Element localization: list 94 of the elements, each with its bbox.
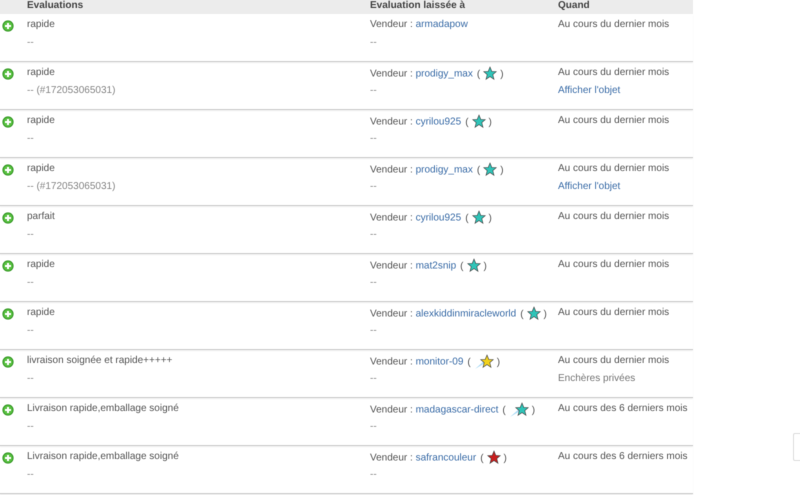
open-paren: ( (480, 452, 484, 464)
feedback-detail: -- (#172053065031) (27, 84, 116, 98)
feedback-comment: Livraison rapide,emballage soigné (27, 402, 180, 416)
close-paren: ) (532, 404, 536, 416)
user-link[interactable]: armadapow (416, 19, 468, 30)
plus-icon (2, 20, 14, 32)
user-detail: -- (370, 228, 378, 242)
user-detail: -- (370, 132, 378, 146)
plus-icon (2, 356, 14, 368)
feedback-detail: -- (27, 132, 35, 146)
time-label: Au cours du dernier mois (558, 210, 670, 224)
time-label: Au cours du dernier mois (558, 306, 670, 320)
plus-icon (2, 404, 14, 416)
close-paren: ) (484, 260, 487, 272)
time-label: Au cours du dernier mois (558, 66, 670, 80)
plus-icon (2, 308, 14, 320)
plus-icon (2, 260, 14, 272)
open-paren: ( (460, 260, 464, 272)
feedback-comment: livraison soignée et rapide+++++ (27, 354, 174, 368)
user-link[interactable]: mat2snip (416, 260, 456, 272)
time-label: Au cours du dernier mois (558, 18, 670, 32)
time-label: Au cours du dernier mois (558, 258, 670, 272)
view-item-link[interactable]: Afficher l'objet (558, 85, 620, 96)
role-label: Vendeur : (370, 452, 414, 464)
user-detail: -- (370, 468, 378, 482)
close-paren: ) (488, 212, 492, 224)
user-link[interactable]: alexkiddinmiracleworld (416, 308, 516, 320)
feedback-comment: rapide (27, 18, 56, 32)
time-label: Au cours des 6 derniers mois (558, 450, 689, 464)
user-detail: -- (370, 420, 378, 434)
role-label: Vendeur : (370, 19, 414, 30)
close-paren: ) (496, 356, 500, 368)
time-label: Au cours des 6 derniers mois (558, 402, 689, 416)
feedback-detail: -- (27, 36, 35, 50)
column-header: Evaluation laissée à (370, 0, 466, 13)
feedback-detail: -- (27, 468, 35, 482)
user-link[interactable]: safrancouleur (416, 452, 476, 464)
feedback-detail: -- (27, 228, 35, 242)
close-paren: ) (500, 164, 504, 176)
role-label: Vendeur : (370, 356, 414, 368)
feedback-comment: rapide (27, 162, 56, 176)
role-label: Vendeur : (370, 404, 414, 416)
column-header: Evaluations (27, 0, 84, 13)
user-detail: -- (370, 276, 378, 290)
time-label: Au cours du dernier mois (558, 162, 670, 176)
plus-icon (2, 212, 14, 224)
view-item-link[interactable]: Afficher l'objet (558, 181, 620, 192)
user-detail: -- (370, 324, 378, 338)
plus-icon (2, 116, 14, 128)
open-paren: ( (476, 68, 480, 80)
feedback-detail: -- (27, 276, 35, 290)
feedback-comment: rapide (27, 258, 56, 272)
feedback-detail: -- (#172053065031) (27, 180, 116, 194)
plus-icon (2, 164, 14, 176)
plus-icon (2, 68, 14, 80)
user-detail: -- (370, 180, 378, 194)
feedback-comment: Livraison rapide,emballage soigné (27, 450, 180, 464)
close-paren: ) (488, 116, 492, 128)
user-detail: -- (370, 372, 378, 386)
auction-note: Enchères privées (558, 373, 636, 384)
close-paren: ) (544, 308, 547, 320)
feedback-detail: -- (27, 372, 35, 386)
role-label: Vendeur : (370, 116, 414, 128)
column-header: Quand (558, 0, 591, 13)
role-label: Vendeur : (370, 260, 414, 272)
role-label: Vendeur : (370, 308, 414, 320)
role-label: Vendeur : (370, 68, 414, 80)
user-detail: -- (370, 36, 378, 50)
time-label: Au cours du dernier mois (558, 114, 670, 128)
user-link[interactable]: prodigy_max (416, 164, 473, 176)
user-detail: -- (370, 84, 378, 98)
close-paren: ) (500, 68, 504, 80)
open-paren: ( (465, 116, 469, 128)
feedback-detail: -- (27, 420, 35, 434)
role-label: Vendeur : (370, 212, 414, 224)
open-paren: ( (520, 308, 524, 320)
close-paren: ) (504, 452, 507, 464)
user-link[interactable]: monitor-09 (416, 356, 464, 368)
user-link[interactable]: cyrilou925 (416, 212, 462, 224)
feedback-detail: -- (27, 324, 35, 338)
user-link[interactable]: prodigy_max (416, 68, 473, 80)
plus-icon (2, 452, 14, 464)
open-paren: ( (465, 212, 469, 224)
feedback-comment: rapide (27, 306, 56, 320)
user-link[interactable]: madagascar-direct (416, 404, 498, 416)
open-paren: ( (467, 356, 471, 368)
open-paren: ( (476, 164, 480, 176)
feedback-comment: parfait (27, 210, 56, 224)
open-paren: ( (502, 404, 506, 416)
feedback-comment: rapide (27, 66, 56, 80)
user-link[interactable]: cyrilou925 (416, 116, 462, 128)
feedback-comment: rapide (27, 114, 56, 128)
time-label: Au cours du dernier mois (558, 354, 670, 368)
role-label: Vendeur : (370, 164, 414, 176)
